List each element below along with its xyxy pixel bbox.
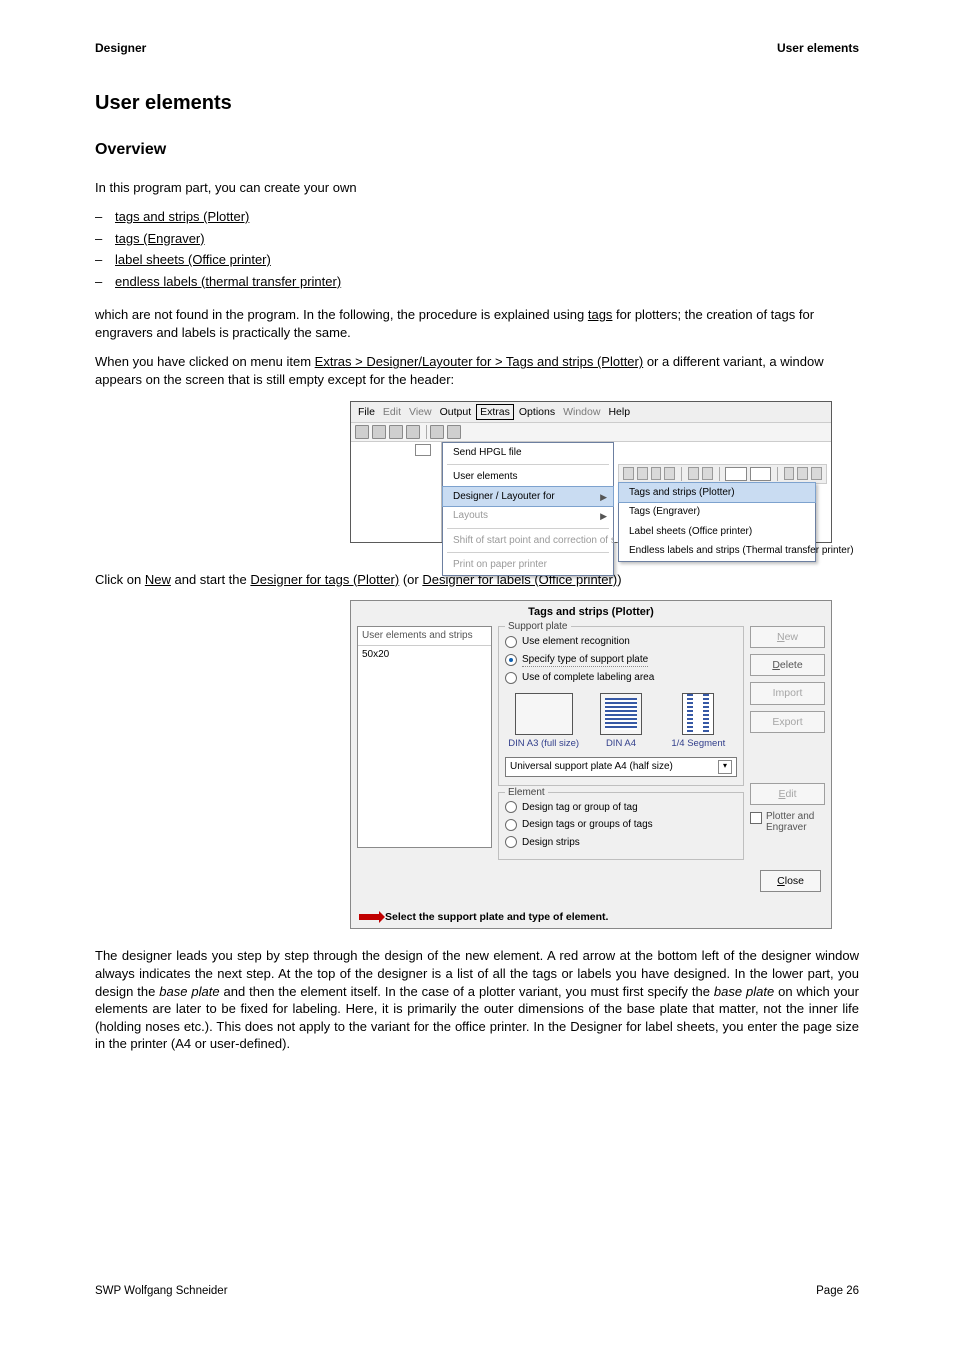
tool-icon[interactable] — [797, 467, 808, 480]
support-legend: Support plate — [505, 620, 571, 634]
designer-submenu: Tags and strips (Plotter) Tags (Engraver… — [618, 482, 816, 562]
new-icon[interactable] — [355, 425, 369, 439]
import-button[interactable]: Import — [750, 682, 825, 704]
opt-design-strips[interactable]: Design strips — [505, 834, 737, 852]
page-title: User elements — [95, 90, 859, 117]
menu-file[interactable]: File — [355, 404, 378, 420]
chevron-right-icon: ▶ — [600, 491, 607, 503]
close-button[interactable]: Close — [760, 870, 821, 892]
copy-icon[interactable] — [447, 425, 461, 439]
radio-icon[interactable] — [505, 836, 517, 848]
tool-icon[interactable] — [784, 467, 795, 480]
radio-icon[interactable] — [505, 819, 517, 831]
menu-edit[interactable]: Edit — [380, 404, 404, 420]
footer-left: SWP Wolfgang Schneider — [95, 1284, 228, 1300]
opt-design-tag[interactable]: Design tag or group of tag — [505, 799, 737, 817]
dd-shift-start[interactable]: Shift of start point and correction of s… — [443, 531, 613, 551]
opt-design-tags-groups[interactable]: Design tags or groups of tags — [505, 816, 737, 834]
intro: In this program part, you can create you… — [95, 179, 859, 197]
element-legend: Element — [505, 786, 548, 800]
last-paragraph: The designer leads you step by step thro… — [95, 947, 859, 1052]
tool-icon[interactable] — [623, 467, 634, 480]
menu-view[interactable]: View — [406, 404, 435, 420]
delete-button[interactable]: Delete — [750, 654, 825, 676]
dd-user-elements[interactable]: User elements — [443, 467, 613, 487]
cut-icon[interactable] — [430, 425, 444, 439]
section-title: Overview — [95, 139, 859, 161]
menu-output[interactable]: Output — [437, 404, 475, 420]
para-3: When you have clicked on menu item Extra… — [95, 353, 859, 388]
left-panel — [351, 442, 442, 542]
toolbar — [351, 422, 831, 442]
plotter-engraver-check[interactable]: Plotter and Engraver — [750, 811, 825, 834]
save-icon[interactable] — [389, 425, 403, 439]
status-text: Select the support plate and type of ele… — [385, 910, 608, 924]
opt-complete-area[interactable]: Use of complete labeling area — [505, 669, 737, 687]
menu-extras[interactable]: Extras — [476, 404, 514, 420]
tool-dropdown[interactable] — [725, 467, 746, 481]
radio-icon[interactable] — [505, 801, 517, 813]
extras-dropdown: Send HPGL file User elements Designer / … — [442, 442, 614, 576]
dd-layouts[interactable]: Layouts ▶ — [443, 506, 613, 526]
opt-specify-type[interactable]: Specify type of support plate — [505, 651, 737, 670]
checkbox-icon[interactable] — [750, 812, 762, 824]
preview-a3[interactable]: DIN A3 (full size) — [505, 693, 582, 751]
bullet-4: endless labels (thermal transfer printer… — [115, 273, 341, 291]
chevron-right-icon: ▶ — [600, 510, 607, 522]
bullet-2: tags (Engraver) — [115, 230, 205, 248]
tool-icon[interactable] — [688, 467, 699, 480]
tool-icon[interactable] — [702, 467, 713, 480]
tool-icon[interactable] — [637, 467, 648, 480]
header-left: Designer — [95, 40, 146, 56]
header-right: User elements — [777, 40, 859, 56]
menubar: File Edit View Output Extras Options Win… — [351, 402, 831, 422]
opt-element-recognition[interactable]: Use element recognition — [505, 633, 737, 651]
radio-icon[interactable] — [505, 636, 517, 648]
preview-quarter[interactable]: 1/4 Segment — [660, 693, 737, 751]
footer-right: Page 26 — [816, 1284, 859, 1300]
list-item[interactable]: 50x20 — [358, 646, 491, 664]
menu-options[interactable]: Options — [516, 404, 558, 420]
menu-help[interactable]: Help — [605, 404, 633, 420]
dd-designer-layouter[interactable]: Designer / Layouter for ▶ — [442, 486, 614, 508]
tool-dropdown[interactable] — [750, 467, 771, 481]
export-button[interactable]: Export — [750, 711, 825, 733]
secondary-toolbar — [618, 464, 827, 484]
radio-icon[interactable] — [505, 654, 517, 666]
bullet-list: –tags and strips (Plotter) –tags (Engrav… — [95, 208, 859, 290]
tool-icon[interactable] — [664, 467, 675, 480]
bullet-3: label sheets (Office printer) — [115, 251, 271, 269]
edit-button[interactable]: Edit — [750, 783, 825, 805]
preview-a4[interactable]: DIN A4 — [582, 693, 659, 751]
open-icon[interactable] — [372, 425, 386, 439]
dd-print-paper[interactable]: Print on paper printer — [443, 555, 613, 575]
radio-icon[interactable] — [505, 672, 517, 684]
para-2: which are not found in the program. In t… — [95, 306, 859, 341]
screenshot-dialog: Tags and strips (Plotter) User elements … — [350, 600, 832, 929]
tool-icon[interactable] — [811, 467, 822, 480]
sub-tags-engraver[interactable]: Tags (Engraver) — [619, 502, 815, 522]
print-icon[interactable] — [406, 425, 420, 439]
dd-send-hpgl[interactable]: Send HPGL file — [443, 443, 613, 463]
new-button[interactable]: New — [750, 626, 825, 648]
support-plate-group: Support plate Use element recognition Sp… — [498, 626, 744, 786]
bullet-1: tags and strips (Plotter) — [115, 208, 249, 226]
element-group: Element Design tag or group of tag Desig… — [498, 792, 744, 861]
dialog-title: Tags and strips (Plotter) — [351, 601, 831, 626]
panel-toggle-icon[interactable] — [415, 444, 431, 456]
list-header: User elements and strips — [358, 627, 491, 646]
sub-label-sheets[interactable]: Label sheets (Office printer) — [619, 522, 815, 542]
chevron-down-icon[interactable]: ▾ — [718, 760, 732, 774]
tool-icon[interactable] — [651, 467, 662, 480]
sub-endless-labels[interactable]: Endless labels and strips (Thermal trans… — [619, 541, 815, 561]
screenshot-menu: File Edit View Output Extras Options Win… — [350, 401, 832, 543]
sub-tags-plotter[interactable]: Tags and strips (Plotter) — [618, 482, 816, 504]
support-plate-combo[interactable]: Universal support plate A4 (half size) ▾ — [505, 757, 737, 777]
red-arrow-icon — [359, 914, 379, 920]
user-elements-list[interactable]: User elements and strips 50x20 — [357, 626, 492, 848]
menu-window[interactable]: Window — [560, 404, 603, 420]
